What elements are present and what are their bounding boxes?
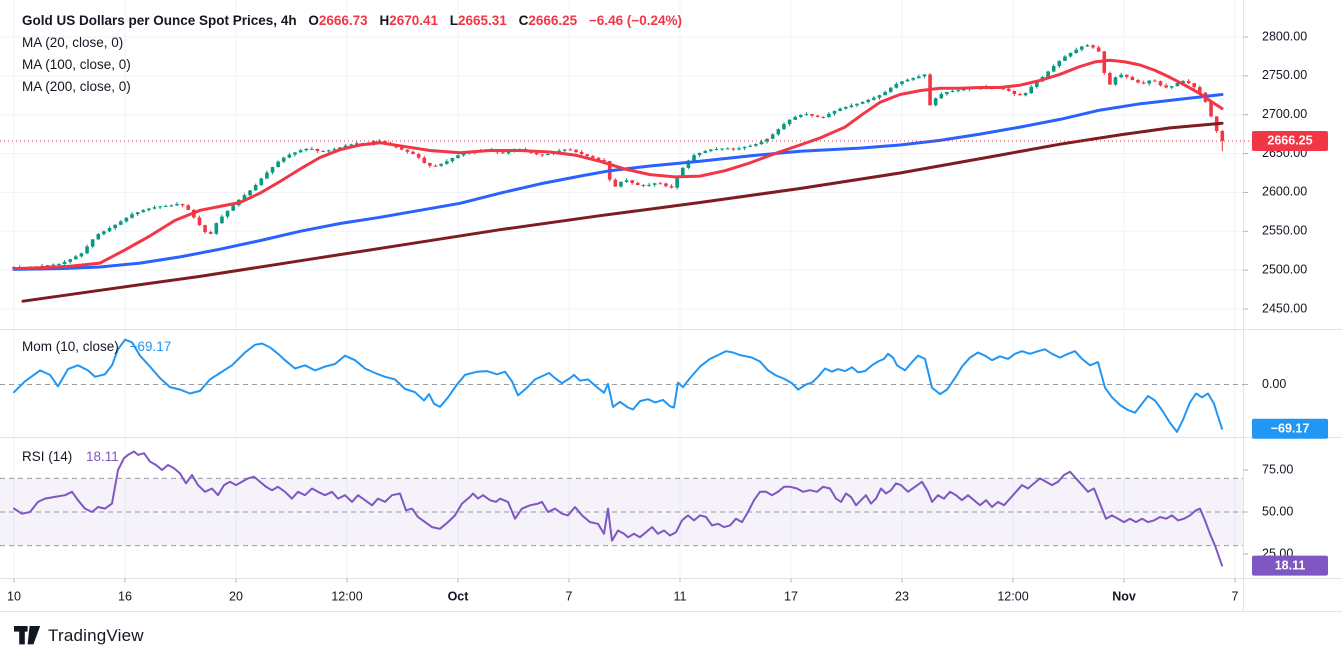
close-label: C — [519, 13, 529, 28]
tradingview-logo-icon — [14, 626, 41, 646]
rsi-value-badge: 18.11 — [1252, 556, 1328, 576]
momentum-value-badge: −69.17 — [1252, 419, 1328, 439]
low-value: 2665.31 — [458, 13, 507, 28]
momentum-label: Mom (10, close) — [22, 339, 119, 354]
svg-text:−69.17: −69.17 — [1271, 422, 1310, 436]
price-tick-label: 2500.00 — [1262, 262, 1307, 276]
price-tick-label: 2750.00 — [1262, 68, 1307, 82]
momentum-pane — [0, 340, 1243, 432]
low-label: L — [450, 13, 458, 28]
rsi-legend[interactable]: RSI (14) 18.11 — [22, 446, 119, 468]
symbol-title: Gold US Dollars per Ounce Spot Prices, 4… — [22, 13, 297, 28]
change-value: −6.46 (−0.24%) — [589, 13, 682, 28]
time-axis[interactable]: 10 16 20 12:00 Oct 7 11 17 23 12:00 Nov 7 — [7, 579, 1238, 604]
close-value: 2666.25 — [528, 13, 577, 28]
rsi-pane — [0, 452, 1243, 566]
svg-text:2666.25: 2666.25 — [1267, 134, 1312, 148]
price-tick-label: 2600.00 — [1262, 185, 1307, 199]
open-label: O — [308, 13, 319, 28]
ma200-line — [23, 123, 1222, 301]
ma100-line — [14, 95, 1222, 270]
tradingview-brand-text: TradingView — [48, 626, 144, 646]
ma100-legend-row[interactable]: MA (100, close, 0) — [22, 54, 682, 76]
time-tick-label: 16 — [118, 589, 132, 603]
time-tick-label: Oct — [448, 589, 470, 603]
time-tick-label: Nov — [1112, 589, 1136, 603]
rsi-label: RSI (14) — [22, 449, 72, 464]
time-tick-label: 12:00 — [997, 589, 1028, 603]
tradingview-attribution[interactable]: TradingView — [14, 626, 144, 646]
momentum-value: −69.17 — [130, 339, 172, 354]
time-tick-label: 20 — [229, 589, 243, 603]
price-tick-label: 2800.00 — [1262, 29, 1307, 43]
symbol-title-row[interactable]: Gold US Dollars per Ounce Spot Prices, 4… — [22, 10, 682, 32]
time-tick-label: 7 — [1232, 589, 1239, 603]
ma200-legend-row[interactable]: MA (200, close, 0) — [22, 76, 682, 98]
rsi-tick-label: 75.00 — [1262, 462, 1293, 476]
time-tick-label: 11 — [674, 589, 687, 603]
high-label: H — [379, 13, 389, 28]
last-price-badge: 2666.25 — [1252, 131, 1328, 151]
momentum-line — [14, 340, 1222, 432]
time-tick-label: 23 — [895, 589, 909, 603]
time-tick-label: 10 — [7, 589, 21, 603]
chart-canvas[interactable]: 2800.002750.002700.002650.002600.002550.… — [0, 0, 1342, 659]
price-tick-label: 2450.00 — [1262, 301, 1307, 315]
ma20-legend-row[interactable]: MA (20, close, 0) — [22, 32, 682, 54]
momentum-legend[interactable]: Mom (10, close) −69.17 — [22, 336, 171, 358]
open-value: 2666.73 — [319, 13, 368, 28]
time-tick-label: 7 — [566, 589, 573, 603]
tradingview-chart-widget: 2800.002750.002700.002650.002600.002550.… — [0, 0, 1342, 659]
price-axis[interactable]: 2800.002750.002700.002650.002600.002550.… — [1243, 29, 1307, 560]
price-tick-label: 2550.00 — [1262, 224, 1307, 238]
time-tick-label: 12:00 — [331, 589, 362, 603]
price-tick-label: 2700.00 — [1262, 107, 1307, 121]
high-value: 2670.41 — [389, 13, 438, 28]
momentum-zero-tick-label: 0.00 — [1262, 377, 1286, 391]
time-tick-label: 17 — [784, 589, 798, 603]
main-legend[interactable]: Gold US Dollars per Ounce Spot Prices, 4… — [22, 10, 682, 98]
rsi-tick-label: 50.00 — [1262, 504, 1293, 518]
svg-text:18.11: 18.11 — [1275, 558, 1306, 572]
rsi-value: 18.11 — [86, 449, 119, 464]
